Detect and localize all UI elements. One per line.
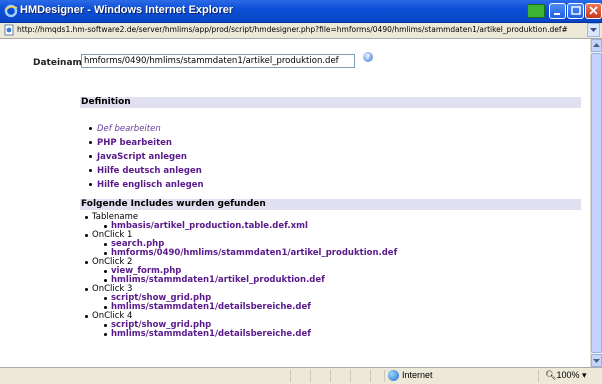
scroll-down-button[interactable] [591, 354, 602, 367]
zoom-value: 100% [556, 370, 580, 380]
include-group: OnClick 3 script/show_grid.php hmlims/st… [84, 285, 397, 312]
page-content: Dateiname: hmforms/0490/hmlims/stammdate… [0, 39, 590, 367]
php-bearbeiten-link[interactable]: PHP bearbeiten [97, 138, 172, 148]
include-group: OnClick 1 search.php hmforms/0490/hmlims… [84, 231, 397, 258]
address-url[interactable]: http://hmqds1.hm-software2.de/server/hml… [17, 25, 568, 34]
dateiname-field[interactable]: hmforms/0490/hmlims/stammdaten1/artikel_… [81, 54, 355, 68]
javascript-anlegen-link[interactable]: JavaScript anlegen [97, 152, 187, 162]
status-divider [384, 370, 385, 382]
addon-icon[interactable] [527, 4, 545, 18]
maximize-icon [571, 6, 581, 15]
status-divider [310, 370, 311, 382]
definition-item-javascript-anlegen: JavaScript anlegen [89, 150, 204, 164]
address-dropdown-button[interactable] [587, 23, 600, 37]
status-bar: Internet 🔍︎100% ▾ [0, 367, 602, 384]
zoom-icon: 🔍︎ [545, 370, 557, 380]
minimize-icon [554, 13, 560, 15]
definition-heading: Definition [80, 97, 581, 108]
chevron-down-icon [593, 359, 600, 363]
chevron-up-icon [593, 43, 600, 47]
status-divider [350, 370, 351, 382]
status-divider [370, 370, 371, 382]
definition-item-php-bearbeiten: PHP bearbeiten [89, 136, 204, 150]
include-group: Tablename hmbasis/artikel_production.tab… [84, 213, 397, 231]
def-bearbeiten-link[interactable]: Def bearbeiten [97, 124, 161, 134]
status-divider [330, 370, 331, 382]
zoom-level[interactable]: 🔍︎100% ▾ [545, 370, 587, 381]
scroll-thumb[interactable] [591, 53, 602, 353]
includes-heading: Folgende Includes wurden gefunden [80, 199, 581, 210]
includes-list: Tablename hmbasis/artikel_production.tab… [84, 213, 397, 339]
definition-item-hilfe-deutsch: Hilfe deutsch anlegen [89, 164, 204, 178]
vertical-scrollbar[interactable] [590, 39, 602, 367]
include-file-link[interactable]: hmlims/stammdaten1/artikel_produktion.de… [103, 276, 397, 285]
hilfe-deutsch-link[interactable]: Hilfe deutsch anlegen [97, 166, 202, 176]
help-icon[interactable]: ? [363, 52, 373, 62]
include-group: OnClick 2 view_form.php hmlims/stammdate… [84, 258, 397, 285]
security-zone-label: Internet [402, 370, 433, 380]
internet-zone-icon [388, 370, 399, 381]
close-icon [589, 6, 598, 15]
include-file-link[interactable]: hmlims/stammdaten1/detailsbereiche.def [103, 330, 397, 339]
include-file-link[interactable]: hmbasis/artikel_production.table.def.xml [103, 222, 397, 231]
scroll-up-button[interactable] [591, 39, 602, 52]
chevron-down-icon [590, 28, 597, 32]
definition-item-hilfe-englisch: Hilfe englisch anlegen [89, 178, 204, 192]
address-bar[interactable]: http://hmqds1.hm-software2.de/server/hml… [0, 23, 602, 39]
window-title: HMDesigner - Windows Internet Explorer [20, 4, 234, 16]
status-divider [538, 370, 539, 382]
include-file-link[interactable]: hmlims/stammdaten1/detailsbereiche.def [103, 303, 397, 312]
definition-item-def-bearbeiten: Def bearbeiten [89, 122, 204, 136]
status-divider [290, 370, 291, 382]
include-file-link[interactable]: hmforms/0490/hmlims/stammdaten1/artikel_… [103, 249, 397, 258]
minimize-button[interactable] [549, 3, 566, 19]
definition-list: Def bearbeiten PHP bearbeiten JavaScript… [89, 122, 204, 192]
include-group: OnClick 4 script/show_grid.php hmlims/st… [84, 312, 397, 339]
page-icon [4, 24, 14, 36]
hilfe-englisch-link[interactable]: Hilfe englisch anlegen [97, 180, 204, 190]
maximize-button[interactable] [567, 3, 584, 19]
close-button[interactable] [585, 3, 602, 19]
title-bar: HMDesigner - Windows Internet Explorer [0, 0, 602, 23]
ie-logo-icon [4, 4, 18, 18]
